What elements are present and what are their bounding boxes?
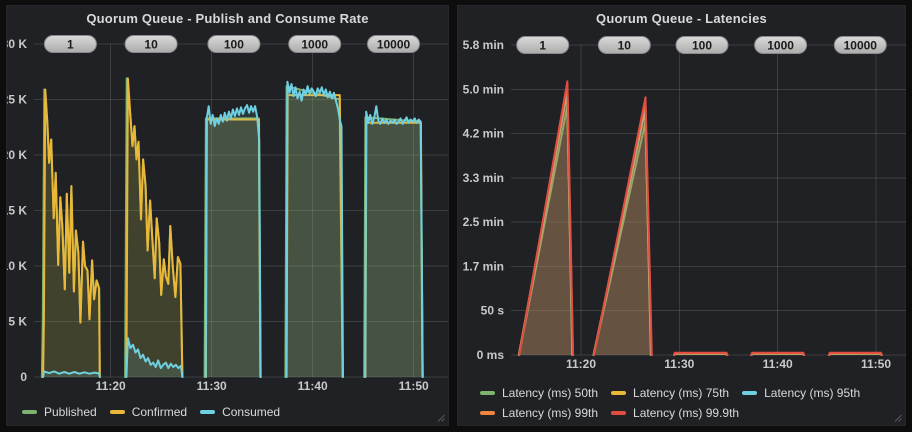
annotation-pill-label: 1	[67, 38, 74, 52]
publish-consume-rate-chart[interactable]: 05 K10 K15 K20 K25 K30 K11:2011:3011:401…	[7, 31, 450, 403]
series-latency-ms-50th	[519, 105, 881, 355]
annotation-pill-10[interactable]: 10	[125, 36, 177, 53]
annotation-pill-100[interactable]: 100	[208, 36, 260, 53]
x-tick-label: 11:40	[763, 357, 793, 371]
annotation-pill-label: 1000	[301, 38, 328, 52]
annotation-pill-1[interactable]: 1	[517, 37, 569, 54]
legend-label: Latency (ms) 75th	[633, 386, 729, 400]
annotation-pill-label: 100	[692, 39, 712, 53]
x-axis-labels: 11:20 11:30 11:40 11:50	[96, 379, 429, 393]
legend-item-latency-ms-75th[interactable]: Latency (ms) 75th	[611, 386, 729, 400]
y-tick-label: 4.2 min	[463, 127, 504, 141]
legend-item-latency-ms-95th[interactable]: Latency (ms) 95th	[742, 386, 860, 400]
panel-latencies: Quorum Queue - Latencies 0 ms 50 s 1.7 min…	[457, 5, 906, 426]
annotation-pill-10000[interactable]: 10000	[368, 36, 420, 53]
annotation-pill-label: 100	[224, 38, 244, 52]
annotation-pill-label: 10	[144, 38, 158, 52]
panel-resize-handle-icon[interactable]	[436, 413, 445, 422]
y-tick-label: 5.8 min	[463, 38, 504, 52]
legend-swatch	[611, 391, 626, 395]
y-tick-label: 5 K	[8, 315, 27, 329]
annotation-pill-label: 10	[618, 39, 632, 53]
x-tick-label: 11:50	[399, 379, 429, 393]
panel-title: Quorum Queue - Publish and Consume Rate	[86, 11, 368, 26]
y-tick-label: 0	[20, 370, 27, 384]
x-tick-label: 11:30	[197, 379, 227, 393]
annotation-pill-label: 10000	[844, 39, 878, 53]
annotation-pill-10[interactable]: 10	[598, 37, 650, 54]
legend-label: Latency (ms) 50th	[502, 386, 598, 400]
legend-label: Consumed	[222, 405, 280, 419]
y-axis-labels: 0 ms 50 s 1.7 min 2.5 min 3.3 min 4.2 min 5.0 …	[463, 38, 505, 362]
legend-item-latency-ms-99th[interactable]: Latency (ms) 99th	[480, 406, 598, 420]
x-tick-label: 11:20	[96, 379, 126, 393]
series-latency-ms-99th	[519, 85, 882, 355]
legend-swatch	[200, 410, 215, 414]
y-tick-label: 3.3 min	[463, 171, 504, 185]
legend-swatch	[110, 410, 125, 414]
y-tick-label: 25 K	[7, 93, 27, 107]
y-tick-label: 10 K	[7, 259, 27, 273]
annotation-pill-1[interactable]: 1	[44, 36, 96, 53]
annotation-pill-label: 1000	[767, 39, 794, 53]
y-tick-label: 0 ms	[477, 348, 505, 362]
legend-swatch	[611, 411, 626, 415]
legend-label: Published	[44, 405, 97, 419]
y-axis-labels: 0 5 K 10 K 15 K 20 K 25 K 30 K	[7, 37, 27, 384]
y-tick-label: 2.5 min	[463, 215, 504, 229]
panel-resize-handle-icon[interactable]	[893, 413, 902, 422]
annotation-pill-10000[interactable]: 10000	[834, 37, 886, 54]
annotation-pill-label: 1	[539, 39, 546, 53]
y-tick-label: 15 K	[7, 204, 27, 218]
legend-item-confirmed[interactable]: Confirmed	[110, 405, 187, 419]
panel-publish-consume-rate: Quorum Queue - Publish and Consume Rate …	[6, 5, 449, 426]
panel-header[interactable]: Quorum Queue - Publish and Consume Rate	[7, 6, 448, 31]
grafana-dashboard: Quorum Queue - Publish and Consume Rate …	[0, 0, 912, 432]
annotation-pill-1000[interactable]: 1000	[755, 37, 807, 54]
x-tick-label: 11:40	[298, 379, 328, 393]
y-tick-label: 50 s	[481, 304, 505, 318]
annotation-pill-100[interactable]: 100	[676, 37, 728, 54]
y-tick-label: 5.0 min	[463, 82, 504, 96]
panel-title: Quorum Queue - Latencies	[596, 11, 767, 26]
y-tick-label: 1.7 min	[463, 259, 504, 273]
legend-swatch	[22, 410, 37, 414]
y-tick-label: 20 K	[7, 148, 27, 162]
latencies-chart[interactable]: 0 ms 50 s 1.7 min 2.5 min 3.3 min 4.2 min 5.0 …	[458, 31, 907, 381]
x-tick-label: 11:20	[566, 357, 596, 371]
legend-item-published[interactable]: Published	[22, 405, 97, 419]
legend-label: Confirmed	[132, 405, 187, 419]
legend-swatch	[480, 411, 495, 415]
legend-swatch	[480, 391, 495, 395]
annotation-pill-1000[interactable]: 1000	[289, 36, 341, 53]
legend: Published Confirmed Consumed	[22, 403, 280, 421]
legend-item-latency-ms-50th[interactable]: Latency (ms) 50th	[480, 386, 598, 400]
series-latency-ms-99-9th	[519, 81, 882, 355]
annotation-pill-label: 10000	[377, 38, 411, 52]
y-tick-label: 30 K	[7, 37, 27, 51]
legend: Latency (ms) 50th Latency (ms) 75th Latenc…	[480, 384, 860, 422]
legend-item-consumed[interactable]: Consumed	[200, 405, 280, 419]
legend-swatch	[742, 391, 757, 395]
legend-label: Latency (ms) 99.9th	[633, 406, 739, 420]
legend-label: Latency (ms) 99th	[502, 406, 598, 420]
x-tick-label: 11:50	[861, 357, 891, 371]
x-axis-labels: 11:20 11:30 11:40 11:50	[566, 357, 891, 371]
legend-item-latency-ms-99-9th[interactable]: Latency (ms) 99.9th	[611, 406, 739, 420]
panel-header[interactable]: Quorum Queue - Latencies	[458, 6, 905, 31]
legend-label: Latency (ms) 95th	[764, 386, 860, 400]
x-tick-label: 11:30	[664, 357, 694, 371]
